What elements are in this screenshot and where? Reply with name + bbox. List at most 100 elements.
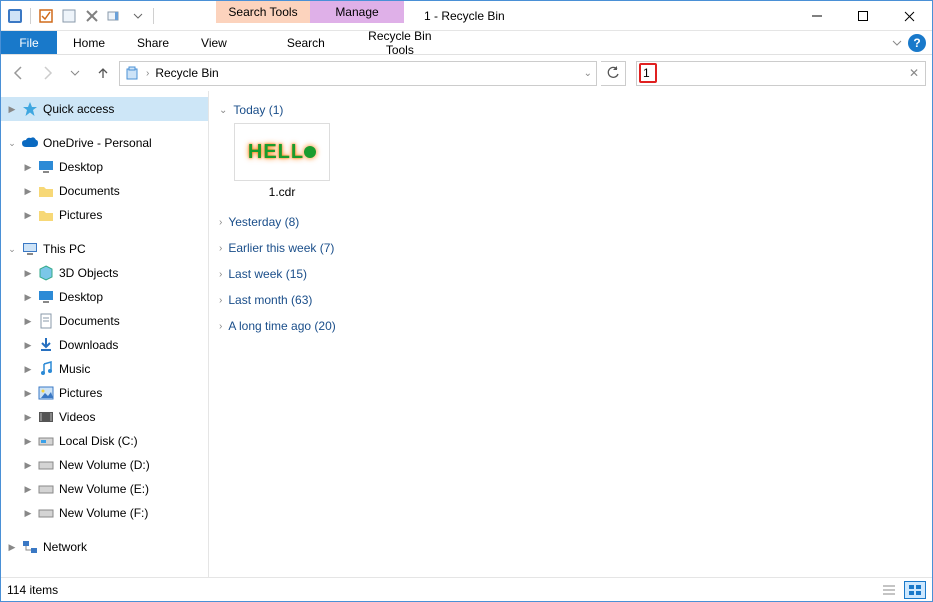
view-details-button[interactable] <box>878 581 900 599</box>
nav-label: Local Disk (C:) <box>57 434 138 448</box>
group-today[interactable]: ⌄ Today (1) <box>217 99 924 123</box>
chevron-right-icon[interactable]: ▶ <box>5 104 19 115</box>
hello-graphic: HELL <box>248 141 316 164</box>
recent-dropdown[interactable] <box>63 61 87 85</box>
chevron-down-icon[interactable]: ⌄ <box>5 244 19 255</box>
file-item[interactable]: HELL 1.cdr <box>227 123 337 199</box>
nav-pc-music[interactable]: ▶Music <box>1 357 208 381</box>
picture-icon <box>37 384 55 402</box>
context-tab-search[interactable]: Search Tools <box>216 1 310 23</box>
nav-pc-documents[interactable]: ▶Documents <box>1 309 208 333</box>
nav-pc-diske[interactable]: ▶New Volume (E:) <box>1 477 208 501</box>
tab-home[interactable]: Home <box>57 31 121 54</box>
chevron-right-icon[interactable]: ▶ <box>21 162 35 173</box>
group-earlier-week[interactable]: ›Earlier this week (7) <box>217 235 924 261</box>
nav-label: Desktop <box>57 290 103 304</box>
nav-network[interactable]: ▶Network <box>1 535 208 559</box>
maximize-button[interactable] <box>840 1 886 31</box>
nav-pc-pictures[interactable]: ▶Pictures <box>1 381 208 405</box>
chevron-right-icon[interactable]: › <box>219 321 222 332</box>
back-button[interactable] <box>7 61 31 85</box>
group-long-ago[interactable]: › A long time ago (20) <box>217 313 924 339</box>
star-icon <box>21 100 39 118</box>
up-button[interactable] <box>91 61 115 85</box>
chevron-down-icon[interactable]: ⌄ <box>5 138 19 149</box>
nav-od-desktop[interactable]: ▶Desktop <box>1 155 208 179</box>
address-dropdown-icon[interactable]: ⌄ <box>584 68 592 79</box>
search-clear-icon[interactable]: ✕ <box>909 66 919 80</box>
nav-pc-diskf[interactable]: ▶New Volume (F:) <box>1 501 208 525</box>
chevron-right-icon[interactable]: › <box>219 295 222 306</box>
qat-new-icon[interactable] <box>59 6 79 26</box>
nav-pc-videos[interactable]: ▶Videos <box>1 405 208 429</box>
qat-dropdown-icon[interactable] <box>128 6 148 26</box>
music-icon <box>37 360 55 378</box>
address-location: Recycle Bin <box>155 66 218 80</box>
search-box[interactable]: ✕ <box>636 61 926 86</box>
group-last-month[interactable]: ›Last month (63) <box>217 287 924 313</box>
file-name: 1.cdr <box>269 185 296 199</box>
folder-icon <box>37 182 55 200</box>
tab-file[interactable]: File <box>1 31 57 54</box>
navigation-bar: › Recycle Bin ⌄ ✕ <box>1 55 932 91</box>
nav-label: Pictures <box>57 386 102 400</box>
nav-pc-diskd[interactable]: ▶New Volume (D:) <box>1 453 208 477</box>
search-input[interactable] <box>643 66 909 80</box>
nav-pc-3d[interactable]: ▶3D Objects <box>1 261 208 285</box>
qat-properties-icon[interactable] <box>36 6 56 26</box>
nav-od-pictures[interactable]: ▶ Pictures <box>1 203 208 227</box>
nav-pc-diskc[interactable]: ▶Local Disk (C:) <box>1 429 208 453</box>
nav-od-documents[interactable]: ▶ Documents <box>1 179 208 203</box>
close-button[interactable] <box>886 1 932 31</box>
window-title: 1 - Recycle Bin <box>404 1 794 30</box>
monitor-icon <box>37 158 55 176</box>
nav-onedrive[interactable]: ⌄ OneDrive - Personal <box>1 131 208 155</box>
nav-pc-downloads[interactable]: ▶Downloads <box>1 333 208 357</box>
tab-search-sub[interactable]: Search <box>259 31 353 54</box>
chevron-down-icon[interactable]: ⌄ <box>219 105 227 116</box>
tab-manage-sub[interactable]: Recycle Bin Tools <box>353 31 447 54</box>
qat-rename-icon[interactable] <box>105 6 125 26</box>
file-thumbnail: HELL <box>234 123 330 181</box>
nav-label: Quick access <box>41 102 114 116</box>
chevron-right-icon[interactable]: › <box>219 217 222 228</box>
nav-label: Documents <box>57 184 120 198</box>
minimize-button[interactable] <box>794 1 840 31</box>
chevron-right-icon[interactable]: › <box>219 269 222 280</box>
chevron-right-icon[interactable]: › <box>219 243 222 254</box>
group-yesterday[interactable]: ›Yesterday (8) <box>217 209 924 235</box>
video-icon <box>37 408 55 426</box>
nav-quick-access[interactable]: ▶ Quick access <box>1 97 208 121</box>
status-item-count: 114 items <box>7 583 58 597</box>
nav-this-pc[interactable]: ⌄ This PC <box>1 237 208 261</box>
forward-button[interactable] <box>35 61 59 85</box>
nav-label: This PC <box>41 242 86 256</box>
navigation-pane[interactable]: ▶ Quick access ⌄ OneDrive - Personal ▶De… <box>1 91 209 577</box>
cloud-icon <box>21 134 39 152</box>
disk-icon <box>37 456 55 474</box>
group-label: A long time ago (20) <box>228 319 335 333</box>
nav-pc-desktop[interactable]: ▶Desktop <box>1 285 208 309</box>
nav-label: Pictures <box>57 208 102 222</box>
group-last-week[interactable]: › Last week (15) <box>217 261 924 287</box>
nav-label: 3D Objects <box>57 266 118 280</box>
chevron-right-icon[interactable]: ▶ <box>21 210 35 221</box>
group-label: Last week (15) <box>228 267 307 281</box>
context-tab-manage[interactable]: Manage <box>310 1 404 23</box>
content-area[interactable]: ⌄ Today (1) HELL 1.cdr ›Yesterday (8) ›E… <box>209 91 932 577</box>
nav-label: Documents <box>57 314 120 328</box>
pc-icon <box>21 240 39 258</box>
help-icon[interactable]: ? <box>908 34 926 52</box>
chevron-right-icon[interactable]: ▶ <box>21 186 35 197</box>
ribbon-expand-icon[interactable] <box>892 38 902 48</box>
tab-share[interactable]: Share <box>121 31 185 54</box>
disk-icon <box>37 480 55 498</box>
address-bar[interactable]: › Recycle Bin ⌄ <box>119 61 597 86</box>
view-thumbnails-button[interactable] <box>904 581 926 599</box>
app-icon[interactable] <box>5 6 25 26</box>
nav-label: OneDrive - Personal <box>41 136 152 150</box>
tab-view[interactable]: View <box>185 31 243 54</box>
qat-delete-icon[interactable] <box>82 6 102 26</box>
chevron-right-icon[interactable]: › <box>146 68 149 79</box>
refresh-button[interactable] <box>601 61 626 86</box>
